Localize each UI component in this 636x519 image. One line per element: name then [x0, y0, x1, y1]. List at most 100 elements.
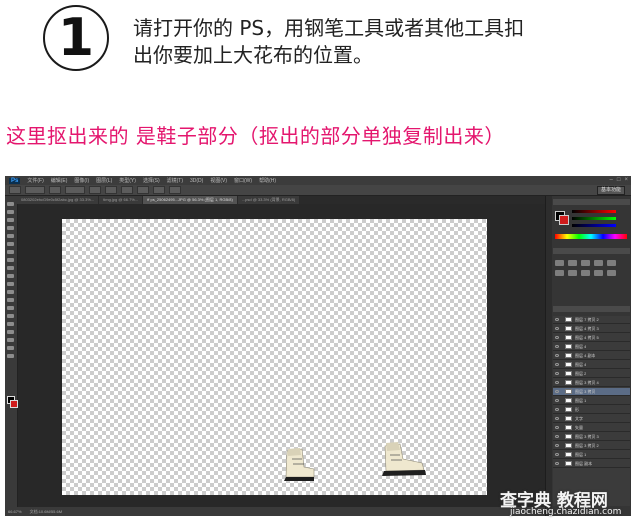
pen-tool-icon[interactable]	[7, 314, 14, 318]
menu-window[interactable]: 窗口(W)	[234, 177, 252, 184]
eye-icon[interactable]	[555, 408, 559, 411]
crop-tool-icon[interactable]	[7, 234, 14, 238]
menu-filter[interactable]: 滤镜(T)	[167, 177, 183, 184]
gradient-tool-icon[interactable]	[7, 290, 14, 294]
background-color-swatch[interactable]	[10, 400, 18, 408]
brightness-icon[interactable]	[555, 260, 564, 266]
document-canvas[interactable]	[62, 219, 487, 495]
vibrance-icon[interactable]	[607, 260, 616, 266]
menu-select[interactable]: 选择(S)	[143, 177, 160, 184]
eye-icon[interactable]	[555, 435, 559, 438]
marquee-tool-icon[interactable]	[7, 210, 14, 214]
eye-icon[interactable]	[555, 318, 559, 321]
document-tab[interactable]: timg.jpg @ 66.7%...	[99, 196, 143, 204]
eye-icon[interactable]	[555, 399, 559, 402]
eye-icon[interactable]	[555, 453, 559, 456]
levels-icon[interactable]	[568, 260, 577, 266]
blue-slider[interactable]	[572, 224, 616, 227]
hue-saturation-icon[interactable]	[555, 270, 564, 276]
black-white-icon[interactable]	[581, 270, 590, 276]
layer-row[interactable]: 图层 4 拷贝 5	[553, 334, 630, 342]
menu-file[interactable]: 文件(F)	[27, 177, 43, 184]
color-balance-icon[interactable]	[568, 270, 577, 276]
maximize-icon[interactable]: □	[617, 177, 621, 183]
eye-icon[interactable]	[555, 417, 559, 420]
zoom-level[interactable]: 66.67%	[8, 509, 22, 514]
menu-3d[interactable]: 3D(D)	[190, 178, 203, 184]
blur-tool-icon[interactable]	[7, 298, 14, 302]
layers-panel-header[interactable]	[553, 306, 630, 312]
shape-tool-icon[interactable]	[7, 338, 14, 342]
eyedropper-tool-icon[interactable]	[7, 242, 14, 246]
document-tab[interactable]: ...psd @ 33.3% (背景, RGB/8)	[237, 196, 300, 204]
layer-row[interactable]: 图层 3 拷贝 4	[553, 379, 630, 387]
eye-icon[interactable]	[555, 426, 559, 429]
adjustments-panel-header[interactable]	[553, 248, 630, 254]
layer-row[interactable]: 图层 1	[553, 451, 630, 459]
layer-row[interactable]: 图层 3 拷贝 3	[553, 433, 630, 441]
eye-icon[interactable]	[555, 363, 559, 366]
healing-tool-icon[interactable]	[7, 250, 14, 254]
red-slider[interactable]	[572, 210, 616, 213]
history-brush-tool-icon[interactable]	[7, 274, 14, 278]
type-tool-icon[interactable]	[7, 322, 14, 326]
panel-background-swatch[interactable]	[559, 215, 569, 225]
quick-select-tool-icon[interactable]	[7, 226, 14, 230]
exposure-icon[interactable]	[594, 260, 603, 266]
menu-layer[interactable]: 图层(L)	[96, 177, 112, 184]
eye-icon[interactable]	[555, 462, 559, 465]
menu-help[interactable]: 帮助(H)	[259, 177, 276, 184]
channel-mixer-icon[interactable]	[607, 270, 616, 276]
close-icon[interactable]: ×	[624, 177, 628, 183]
dodge-tool-icon[interactable]	[7, 306, 14, 310]
hand-tool-icon[interactable]	[7, 346, 14, 350]
document-tab[interactable]: 0803202ehcG9e0c5f2abc.jpg @ 33.3%...	[17, 196, 99, 204]
clone-stamp-tool-icon[interactable]	[7, 266, 14, 270]
color-panel-header[interactable]	[553, 199, 630, 205]
layer-row[interactable]: 图层 副本	[553, 460, 630, 468]
tool-preset-picker[interactable]	[9, 186, 21, 194]
eye-icon[interactable]	[555, 390, 559, 393]
option-control[interactable]	[89, 186, 101, 194]
eye-icon[interactable]	[555, 345, 559, 348]
eye-icon[interactable]	[555, 372, 559, 375]
photo-filter-icon[interactable]	[594, 270, 603, 276]
layer-row[interactable]: 文字	[553, 415, 630, 423]
option-control[interactable]	[25, 186, 45, 194]
option-control[interactable]	[65, 186, 85, 194]
path-select-tool-icon[interactable]	[7, 330, 14, 334]
layer-row[interactable]: 图层 1	[553, 397, 630, 405]
zoom-tool-icon[interactable]	[7, 354, 14, 358]
layer-row[interactable]: 图层 7 拷贝 2	[553, 316, 630, 324]
layer-row-selected[interactable]: 图层 3 拷贝	[553, 388, 630, 396]
eye-icon[interactable]	[555, 444, 559, 447]
layer-row[interactable]: 形	[553, 406, 630, 414]
layer-row[interactable]: 图层 4 副本	[553, 352, 630, 360]
layer-row[interactable]: 图层 3 拷贝 2	[553, 442, 630, 450]
eye-icon[interactable]	[555, 336, 559, 339]
eye-icon[interactable]	[555, 327, 559, 330]
eye-icon[interactable]	[555, 381, 559, 384]
eye-icon[interactable]	[555, 354, 559, 357]
option-control[interactable]	[49, 186, 61, 194]
eraser-tool-icon[interactable]	[7, 282, 14, 286]
option-control[interactable]	[169, 186, 181, 194]
brush-tool-icon[interactable]	[7, 258, 14, 262]
menu-view[interactable]: 视图(V)	[210, 177, 227, 184]
minimize-icon[interactable]: –	[610, 177, 613, 183]
green-slider[interactable]	[572, 217, 616, 220]
color-spectrum[interactable]	[555, 234, 627, 239]
layer-row[interactable]: 图层 4	[553, 343, 630, 351]
document-tab-active[interactable]: ff ps_25062495...JPG @ 56.3% (图层 1, RGB/…	[143, 196, 237, 204]
menu-edit[interactable]: 编辑(E)	[51, 177, 68, 184]
option-control[interactable]	[137, 186, 149, 194]
workspace-switcher[interactable]: 基本功能	[597, 186, 625, 195]
option-control[interactable]	[153, 186, 165, 194]
layer-row[interactable]: 图层 2	[553, 370, 630, 378]
lasso-tool-icon[interactable]	[7, 218, 14, 222]
move-tool-icon[interactable]	[7, 202, 14, 206]
option-control[interactable]	[105, 186, 117, 194]
layer-row[interactable]: 矢量	[553, 424, 630, 432]
menu-type[interactable]: 类型(Y)	[119, 177, 136, 184]
layer-row[interactable]: 图层 4 拷贝 3	[553, 325, 630, 333]
